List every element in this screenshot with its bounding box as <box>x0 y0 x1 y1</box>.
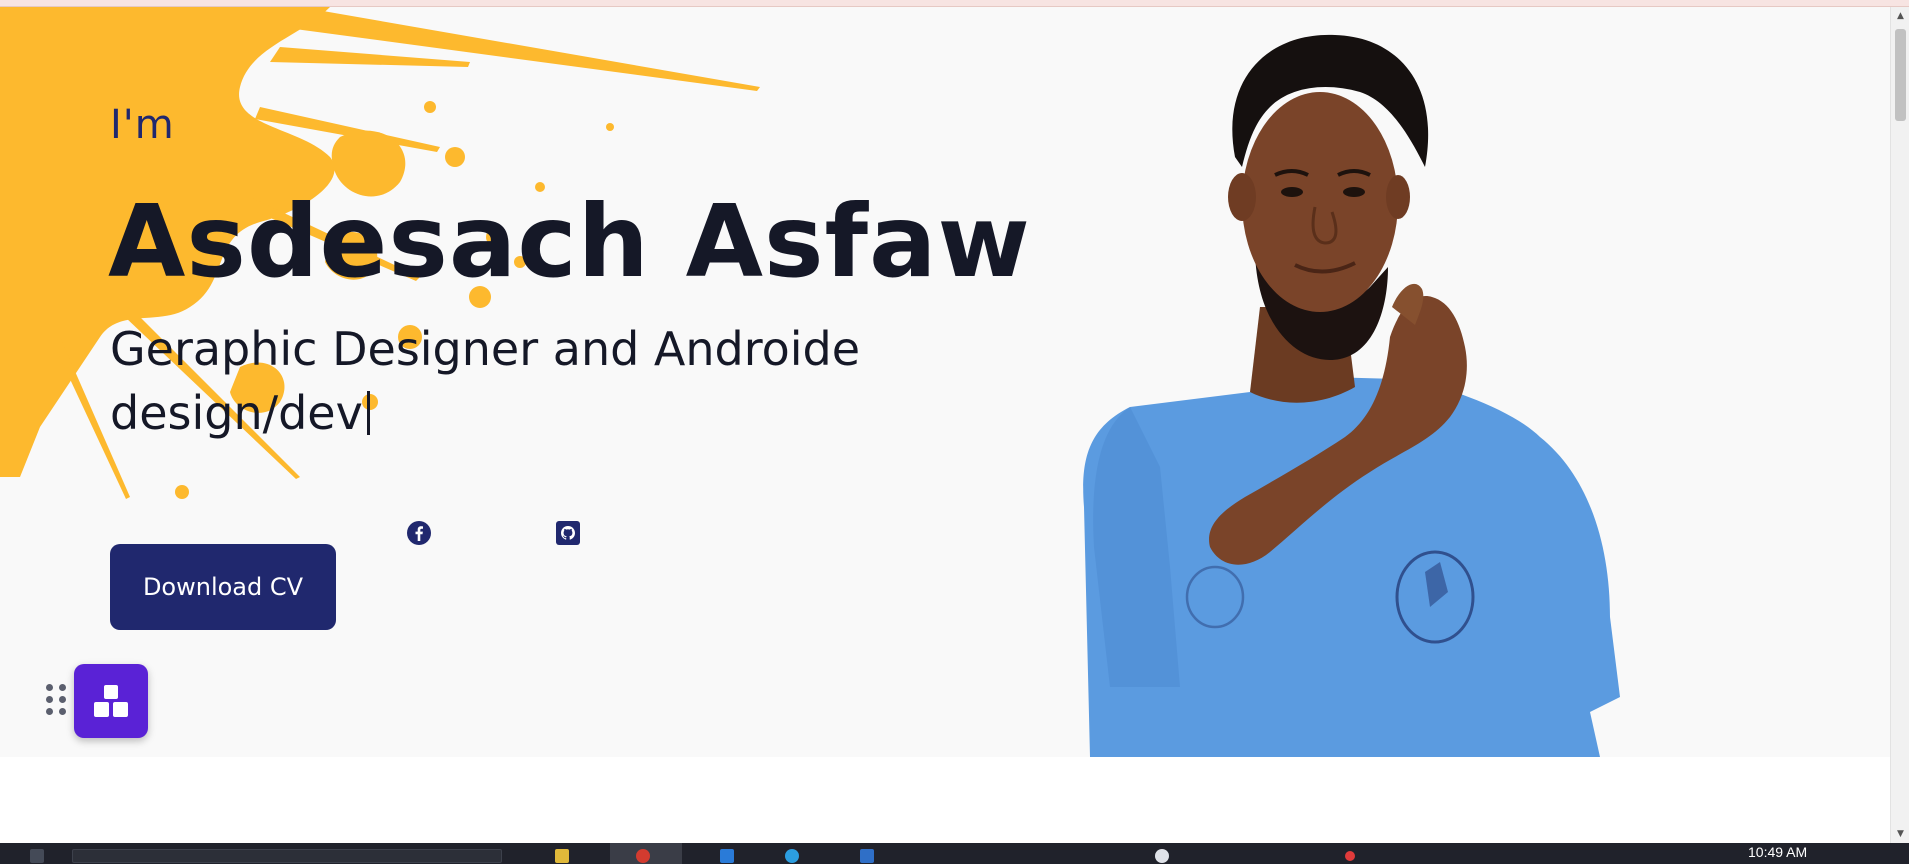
scroll-thumb[interactable] <box>1895 29 1906 121</box>
hero-role: Geraphic Designer and Androide design/de… <box>110 317 890 445</box>
download-cv-button[interactable]: Download CV <box>110 544 336 630</box>
blocks-icon <box>94 685 128 717</box>
edge-icon[interactable] <box>785 849 799 863</box>
page-scrollbar[interactable]: ▲ ▼ <box>1890 7 1909 843</box>
floating-widget-button[interactable] <box>74 664 148 738</box>
hero-section: I'm Asdesach Asfaw Geraphic Designer and… <box>0 7 1890 757</box>
facebook-link[interactable] <box>406 520 432 546</box>
windows-taskbar: 10:49 AM <box>0 843 1909 864</box>
hero-name: Asdesach Asfaw <box>108 183 1031 300</box>
greeting-text: I'm <box>110 102 175 148</box>
vscode-icon[interactable] <box>720 849 734 863</box>
scroll-down-icon[interactable]: ▼ <box>1891 825 1909 843</box>
drag-handle-icon[interactable] <box>46 684 68 720</box>
github-link[interactable] <box>555 520 581 546</box>
browser-top-edge <box>0 0 1909 7</box>
chrome-icon[interactable] <box>636 849 650 863</box>
notification-badge-icon <box>1345 851 1355 861</box>
profile-photo <box>1083 34 1620 757</box>
start-icon[interactable] <box>30 849 44 863</box>
file-explorer-icon[interactable] <box>555 849 569 863</box>
github-icon <box>556 521 580 545</box>
facebook-icon <box>407 521 431 545</box>
taskbar-clock[interactable]: 10:49 AM <box>1748 844 1807 860</box>
system-tray-icon[interactable] <box>1155 849 1169 863</box>
typing-cursor <box>366 391 370 435</box>
app-icon[interactable] <box>860 849 874 863</box>
role-line-1: Geraphic Designer and Androide <box>110 322 861 376</box>
scroll-up-icon[interactable]: ▲ <box>1891 7 1909 25</box>
role-line-2: design/dev <box>110 386 363 440</box>
taskbar-search-box[interactable] <box>72 849 502 863</box>
